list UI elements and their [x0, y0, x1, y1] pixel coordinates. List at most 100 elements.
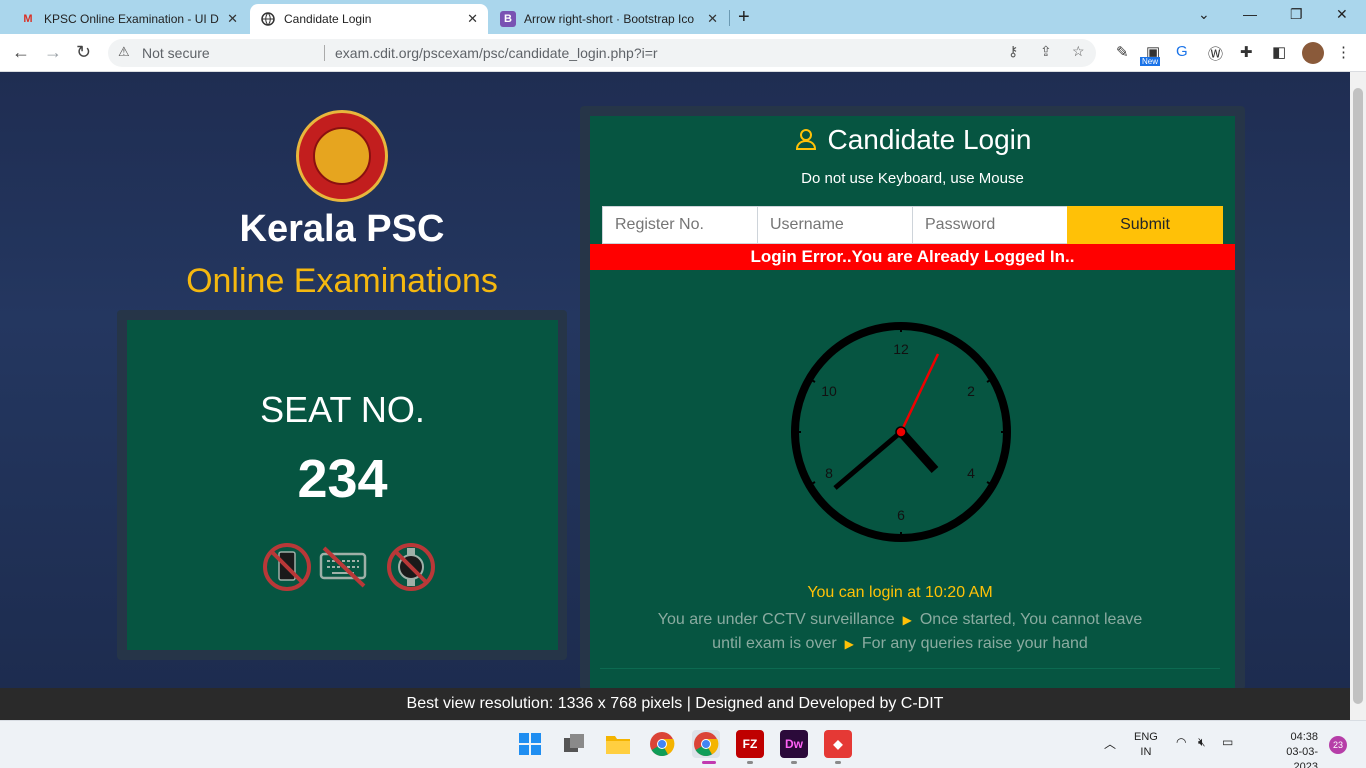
- notice-text: You are under CCTV surveillance: [657, 611, 895, 628]
- brand-subtitle: Online Examinations: [186, 262, 498, 300]
- forward-button[interactable]: →: [44, 42, 62, 63]
- warning-icon[interactable]: ⚠: [118, 44, 130, 60]
- username-input[interactable]: [757, 206, 913, 244]
- active-app-indicator: [702, 761, 716, 764]
- key-icon[interactable]: ⚷: [1008, 43, 1018, 60]
- windows-start-icon[interactable]: [516, 730, 544, 758]
- notice-text: For any queries raise your hand: [861, 635, 1088, 652]
- caret-right-icon: ▶: [902, 613, 912, 627]
- clock-number: 10: [821, 383, 837, 399]
- eyedropper-extension-icon[interactable]: ✎: [1116, 43, 1129, 61]
- exam-notice: You are under CCTV surveillance ▶ Once sta…: [640, 608, 1160, 656]
- minute-hand: [833, 430, 903, 490]
- close-icon[interactable]: ✕: [467, 11, 478, 27]
- notification-badge[interactable]: 23: [1329, 736, 1347, 754]
- new-tab-button[interactable]: +: [738, 6, 750, 29]
- no-watch-icon: [387, 543, 435, 591]
- time: 04:38: [1290, 731, 1318, 743]
- divider: [600, 668, 1220, 669]
- volume-muted-icon[interactable]: 🔇︎: [1198, 735, 1206, 750]
- no-mobile-icon: [263, 543, 311, 591]
- caret-right-icon: ▶: [844, 637, 854, 651]
- chrome-profile-icon[interactable]: [692, 730, 720, 758]
- system-clock[interactable]: 04:38 03-03-2023: [1278, 730, 1318, 768]
- tab-title: KPSC Online Examination - UI De: [44, 12, 219, 26]
- bookmark-star-icon[interactable]: ☆: [1072, 43, 1085, 60]
- second-hand: [899, 353, 940, 433]
- seat-number: 234: [297, 449, 388, 509]
- submit-button[interactable]: Submit: [1067, 206, 1223, 244]
- close-icon[interactable]: ✕: [707, 11, 718, 27]
- tab-title: Candidate Login: [284, 12, 372, 26]
- side-panel-icon[interactable]: ◧: [1272, 43, 1286, 61]
- login-hint: Do not use Keyboard, use Mouse: [801, 170, 1024, 187]
- page-footer: Best view resolution: 1336 x 768 pixels …: [0, 688, 1350, 720]
- share-icon[interactable]: ⇪: [1040, 43, 1052, 60]
- login-error-banner: Login Error..You are Already Logged In..: [590, 244, 1235, 270]
- new-badge: New: [1140, 57, 1161, 66]
- file-explorer-icon[interactable]: [604, 730, 632, 758]
- profile-avatar[interactable]: [1302, 42, 1324, 64]
- address-bar[interactable]: ⚠ Not secure exam.cdit.org/pscexam/psc/c…: [108, 39, 1096, 67]
- battery-icon[interactable]: ▭: [1222, 735, 1233, 749]
- filezilla-icon[interactable]: FZ: [736, 730, 764, 758]
- close-window-button[interactable]: ✕: [1336, 6, 1348, 23]
- clock-number: 6: [897, 507, 905, 523]
- brand-title: Kerala PSC: [239, 208, 445, 250]
- notice-text: Once started, You cannot leave: [919, 611, 1143, 628]
- tab-bootstrap-icons[interactable]: B Arrow right-short · Bootstrap Icon ✕: [490, 4, 728, 34]
- analog-clock: 12 2 4 6 8 10: [791, 322, 1011, 542]
- running-app-indicator: [835, 761, 841, 764]
- chevron-up-icon[interactable]: ︿: [1104, 735, 1116, 752]
- chrome-icon[interactable]: [648, 730, 676, 758]
- tab-kpsc-ui[interactable]: M KPSC Online Examination - UI De ✕: [10, 4, 248, 34]
- divider: [324, 45, 325, 61]
- windows-taskbar: FZ Dw ◆ ︿ ENG IN ◠ 🔇︎ ▭ 04:38 03-03-2023…: [0, 720, 1366, 768]
- translate-extension-icon[interactable]: G: [1176, 43, 1188, 60]
- browser-toolbar: ← → ↻ ⚠ Not secure exam.cdit.org/pscexam…: [0, 34, 1366, 72]
- user-icon: [795, 129, 816, 150]
- seat-label: SEAT NO.: [260, 389, 425, 430]
- notice-text: until exam is over: [712, 635, 837, 652]
- login-heading-text: Candidate Login: [827, 124, 1032, 155]
- bootstrap-icon: B: [500, 11, 516, 27]
- security-label[interactable]: Not secure: [142, 45, 210, 61]
- hour-hand: [897, 428, 939, 474]
- wifi-icon[interactable]: ◠: [1176, 735, 1186, 749]
- login-time: You can login at 10:20 AM: [807, 584, 993, 601]
- tab-title: Arrow right-short · Bootstrap Icon: [524, 12, 694, 26]
- region-code: IN: [1140, 746, 1152, 758]
- url-text[interactable]: exam.cdit.org/pscexam/psc/candidate_logi…: [335, 45, 658, 61]
- menu-dots-icon[interactable]: ⋮: [1336, 43, 1351, 61]
- running-app-indicator: [791, 761, 797, 764]
- kerala-psc-emblem: [296, 110, 388, 202]
- task-view-icon[interactable]: [560, 730, 588, 758]
- wordpress-extension-icon[interactable]: Ⓦ: [1208, 43, 1223, 64]
- clock-number: 12: [893, 341, 909, 357]
- extensions-puzzle-icon[interactable]: ✚: [1240, 43, 1253, 61]
- language-code: ENG: [1134, 731, 1158, 743]
- clock-number: 4: [967, 465, 975, 481]
- anydesk-icon[interactable]: ◆: [824, 730, 852, 758]
- gmail-icon: M: [23, 13, 33, 25]
- browser-tab-bar: M KPSC Online Examination - UI De ✕ Cand…: [0, 0, 1366, 34]
- language-indicator[interactable]: ENG IN: [1134, 730, 1158, 760]
- register-no-input[interactable]: [602, 206, 758, 244]
- password-input[interactable]: [912, 206, 1068, 244]
- scrollbar-thumb[interactable]: [1353, 88, 1363, 704]
- back-button[interactable]: ←: [12, 42, 30, 63]
- tab-candidate-login[interactable]: Candidate Login ✕: [250, 4, 488, 34]
- clock-number: 8: [825, 465, 833, 481]
- running-app-indicator: [747, 761, 753, 764]
- restore-button[interactable]: ❐: [1290, 6, 1303, 23]
- tab-search-icon[interactable]: ⌄: [1198, 6, 1210, 23]
- login-heading: Candidate Login: [590, 124, 1235, 156]
- clock-number: 2: [967, 383, 975, 399]
- dreamweaver-icon[interactable]: Dw: [780, 730, 808, 758]
- reload-button[interactable]: ↻: [76, 42, 91, 63]
- close-icon[interactable]: ✕: [227, 11, 238, 27]
- clock-pin: [895, 426, 907, 438]
- minimize-button[interactable]: —: [1243, 6, 1257, 22]
- page-background: Kerala PSC Online Examinations SEAT NO. …: [0, 72, 1350, 688]
- globe-icon: [260, 11, 276, 27]
